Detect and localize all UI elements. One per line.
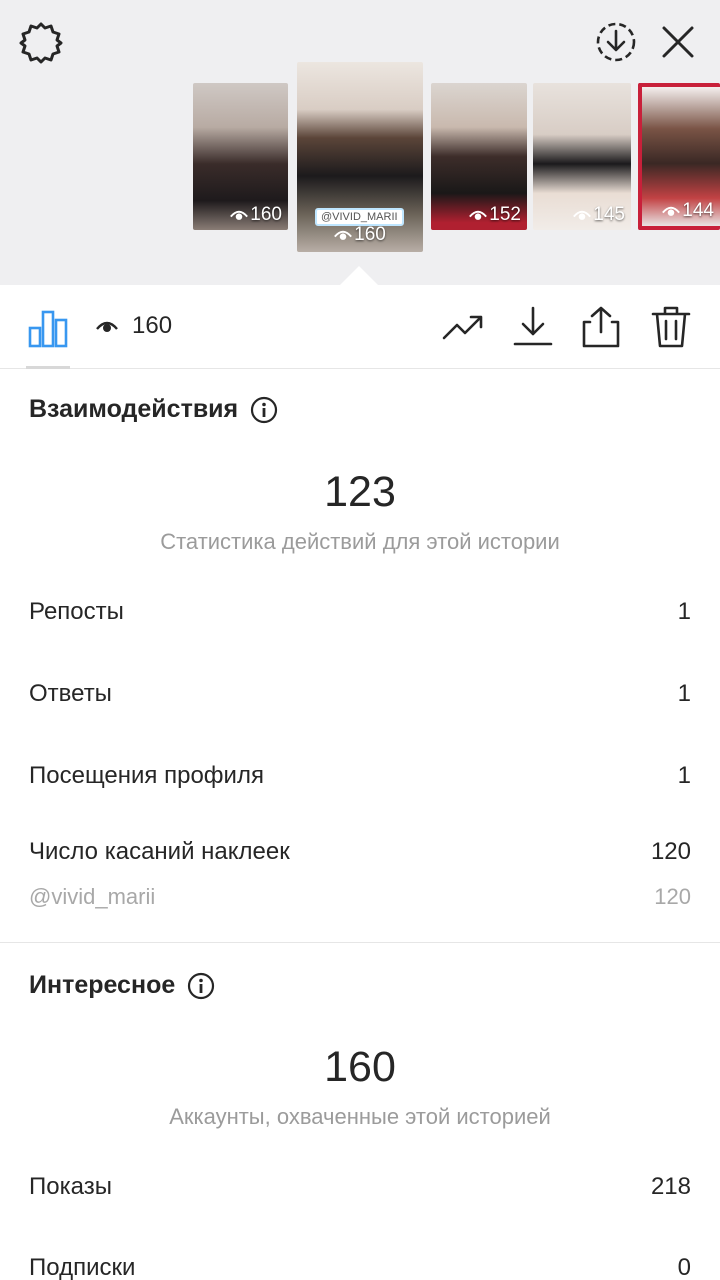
thumbnail-views: 160 xyxy=(297,224,423,246)
sticker-mention-label[interactable]: @vivid_marii xyxy=(29,884,155,910)
close-icon[interactable] xyxy=(658,22,698,62)
discovery-header: Интересное xyxy=(29,971,215,1000)
info-icon[interactable] xyxy=(250,396,278,424)
story-thumbnail[interactable]: 144 xyxy=(638,83,720,230)
selection-pointer xyxy=(339,266,379,286)
stat-value: 1 xyxy=(677,598,691,625)
interactions-caption: Статистика действий для этой истории xyxy=(160,529,560,554)
sticker-mention-value: 120 xyxy=(654,884,691,909)
tab-indicator xyxy=(26,366,70,369)
save-all-icon[interactable] xyxy=(594,20,638,64)
info-icon[interactable] xyxy=(187,972,215,1000)
views-count: 160 xyxy=(354,224,386,245)
stat-label: Подписки xyxy=(29,1254,136,1280)
discovery-caption: Аккаунты, охваченные этой историей xyxy=(169,1104,551,1129)
stat-value: 120 xyxy=(650,838,691,865)
story-thumbnail[interactable]: 160 xyxy=(193,83,288,230)
stat-value: 218 xyxy=(650,1173,691,1200)
stat-label: Ответы xyxy=(29,680,112,707)
settings-icon[interactable] xyxy=(18,20,64,66)
share-icon[interactable] xyxy=(578,304,624,350)
interactions-total: 123 xyxy=(324,468,396,516)
interactions-header: Взаимодействия xyxy=(29,395,278,424)
story-toolbar: 160 xyxy=(0,286,720,369)
eye-icon xyxy=(662,206,681,216)
section-title: Взаимодействия xyxy=(29,395,239,423)
promote-trend-icon[interactable] xyxy=(440,304,486,350)
thumbnail-views: 145 xyxy=(573,204,625,226)
story-thumbnail-selected[interactable]: @VIVID_MARII 160 xyxy=(297,62,423,252)
stat-label: Репосты xyxy=(29,598,124,625)
stat-value: 1 xyxy=(677,762,691,789)
story-thumbnail[interactable]: 145 xyxy=(533,83,631,230)
stat-label: Число касаний наклеек xyxy=(29,838,290,865)
eye-icon xyxy=(230,210,249,220)
views-count: 144 xyxy=(682,200,714,221)
eye-icon xyxy=(573,210,592,220)
story-strip: 160 @VIVID_MARII 160 152 145 144 xyxy=(0,0,720,286)
story-thumbnail[interactable]: 152 xyxy=(431,83,527,230)
eye-icon xyxy=(96,321,118,332)
thumbnail-views: 144 xyxy=(662,200,714,222)
stat-value: 0 xyxy=(677,1254,691,1280)
stat-value: 1 xyxy=(677,680,691,707)
views-count: 152 xyxy=(489,204,521,225)
stat-label: Посещения профиля xyxy=(29,762,264,789)
eye-icon xyxy=(334,230,353,240)
views-count: 145 xyxy=(593,204,625,225)
download-icon[interactable] xyxy=(510,304,556,350)
thumbnail-views: 160 xyxy=(230,204,282,226)
eye-icon xyxy=(469,210,488,220)
section-divider xyxy=(0,942,720,943)
discovery-total: 160 xyxy=(324,1043,396,1091)
viewers-count: 160 xyxy=(132,312,173,339)
stat-label: Показы xyxy=(29,1173,112,1200)
viewers-button[interactable]: 160 xyxy=(96,312,172,340)
views-count: 160 xyxy=(250,204,282,225)
thumbnail-views: 152 xyxy=(469,204,521,226)
insights-bar-chart-icon[interactable] xyxy=(26,306,70,350)
section-title: Интересное xyxy=(29,971,176,999)
delete-icon[interactable] xyxy=(648,304,694,350)
